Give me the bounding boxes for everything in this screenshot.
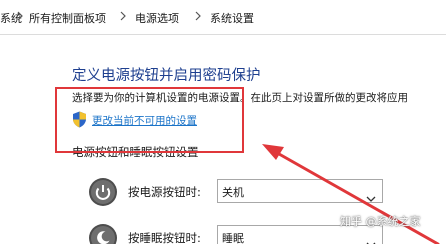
watermark: 知乎 @系统之家 [340, 215, 421, 228]
annotation-arrow [262, 144, 440, 244]
control-panel-page: 系统 所有控制面板项 电源选项 系统设置 定义电源按钮并启用密码保护 选择要为你… [0, 0, 446, 244]
